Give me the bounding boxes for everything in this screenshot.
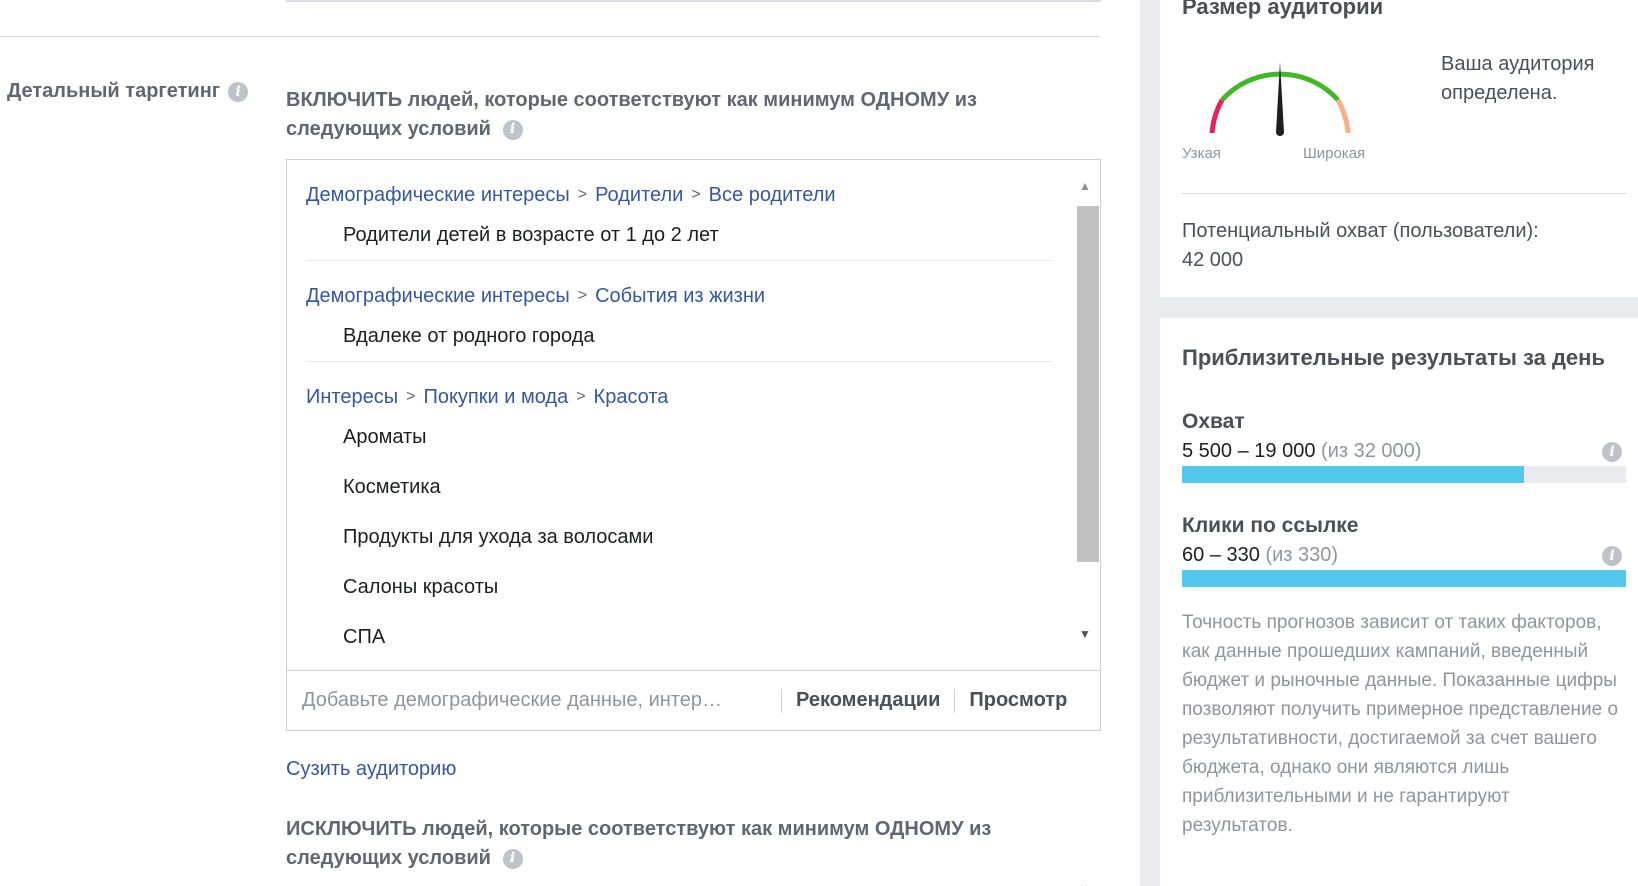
- info-icon[interactable]: i: [502, 848, 523, 869]
- breadcrumb-separator: >: [577, 287, 588, 304]
- reach-progress-bar: [1182, 466, 1626, 483]
- targeting-item[interactable]: Ароматы: [306, 412, 1070, 462]
- targeting-item[interactable]: Родители детей в возрасте от 1 до 2 лет: [306, 210, 1070, 260]
- targeting-breadcrumb: Демографические интересы > Родители > Все ро…: [306, 160, 1070, 210]
- clicks-total: (из 330): [1265, 544, 1339, 566]
- breadcrumb-link[interactable]: Покупки и мода: [423, 386, 568, 409]
- recommendations-button[interactable]: Рекомендации: [796, 689, 940, 712]
- separator: [781, 688, 782, 713]
- breadcrumb-separator: >: [577, 186, 588, 203]
- targeting-breadcrumb: Демографические интересы > События из жизн…: [306, 261, 1070, 311]
- targeting-breadcrumb: Интересы > Покупки и мода > Красота: [306, 362, 1070, 412]
- breadcrumb-link[interactable]: Все родители: [709, 184, 836, 207]
- reach-metric-value: 5 500 – 19 000 (из 32 000): [1182, 440, 1421, 463]
- scrollbar[interactable]: ▲ ▼: [1073, 178, 1099, 648]
- audience-gauge: [1209, 62, 1351, 136]
- targeting-list[interactable]: Демографические интересы > Родители > Все ро…: [287, 160, 1070, 656]
- top-divider: [286, 0, 1101, 2]
- reach-progress-fill: [1182, 466, 1524, 483]
- breadcrumb-separator: >: [406, 388, 416, 405]
- potential-reach-label: Потенциальный охват (пользователи):: [1182, 220, 1539, 242]
- clicks-progress-bar: [1182, 570, 1626, 587]
- narrow-audience-link[interactable]: Сузить аудиторию: [286, 758, 456, 781]
- audience-size-card: Размер аудитории Узкая Широкая Ваша ауди…: [1160, 0, 1638, 297]
- clicks-progress-fill: [1182, 570, 1626, 587]
- section-divider: [0, 36, 1100, 37]
- info-icon[interactable]: i: [1602, 546, 1622, 566]
- daily-results-title: Приблизительные результаты за день: [1182, 345, 1605, 370]
- breadcrumb-link[interactable]: Демографические интересы: [306, 285, 570, 308]
- card-divider: [1182, 193, 1626, 194]
- scroll-thumb[interactable]: [1077, 206, 1099, 562]
- daily-results-card: Приблизительные результаты за день Охват…: [1160, 318, 1638, 886]
- targeting-item[interactable]: Косметика: [306, 462, 1070, 512]
- reach-metric-label: Охват: [1182, 410, 1245, 433]
- targeting-group: Демографические интересы > События из жизн…: [287, 261, 1070, 361]
- browse-button[interactable]: Просмотр: [969, 689, 1067, 712]
- gauge-red-segment: [1209, 98, 1225, 134]
- detailed-targeting-label: Детальный таргетинг i: [7, 80, 249, 103]
- gauge-narrow-label: Узкая: [1182, 145, 1221, 162]
- targeting-item[interactable]: Салоны красоты: [306, 562, 1070, 612]
- breadcrumb-separator: >: [691, 186, 701, 203]
- include-instruction: ВКЛЮЧИТЬ людей, которые соответствуют ка…: [286, 86, 1086, 144]
- breadcrumb-link[interactable]: Интересы: [306, 386, 398, 409]
- targeting-selection-box: Демографические интересы > Родители > Все ро…: [286, 159, 1101, 731]
- breadcrumb-link[interactable]: Красота: [594, 386, 669, 409]
- gauge-needle-base: [1276, 128, 1284, 136]
- targeting-item[interactable]: Вдалеке от родного города: [306, 311, 1070, 361]
- gauge-wide-label: Широкая: [1303, 145, 1366, 162]
- audience-size-title: Размер аудитории: [1182, 0, 1384, 19]
- include-instruction-text: ВКЛЮЧИТЬ людей, которые соответствуют ка…: [286, 89, 977, 140]
- info-icon[interactable]: i: [502, 119, 523, 140]
- info-icon[interactable]: i: [1602, 442, 1622, 462]
- exclude-instruction-text: ИСКЛЮЧИТЬ людей, которые соответствуют к…: [286, 818, 992, 869]
- clicks-metric-label: Клики по ссылке: [1182, 514, 1359, 537]
- detailed-targeting-label-text: Детальный таргетинг: [7, 80, 221, 102]
- forecast-disclaimer: Точность прогнозов зависит от таких факт…: [1182, 612, 1619, 836]
- potential-reach-value: 42 000: [1182, 249, 1244, 271]
- chevron-down-icon[interactable]: ▼: [1073, 626, 1097, 642]
- breadcrumb-separator: >: [576, 388, 586, 405]
- breadcrumb-link[interactable]: События из жизни: [595, 285, 765, 308]
- clicks-range: 60 – 330: [1182, 544, 1260, 566]
- reach-range: 5 500 – 19 000: [1182, 440, 1316, 462]
- targeting-group: Демографические интересы > Родители > Все ро…: [287, 160, 1070, 260]
- gauge-orange-segment: [1335, 98, 1351, 134]
- targeting-item[interactable]: Продукты для ухода за волосами: [306, 512, 1070, 562]
- chevron-up-icon[interactable]: ▲: [1073, 178, 1097, 194]
- audience-description: Ваша аудитория определена.: [1441, 53, 1595, 104]
- reach-total: (из 32 000): [1321, 440, 1422, 462]
- potential-reach: Потенциальный охват (пользователи): 42 0…: [1182, 217, 1602, 275]
- chevron-down-icon[interactable]: ⌄: [1078, 876, 1090, 886]
- separator: [954, 688, 956, 713]
- exclude-instruction: ИСКЛЮЧИТЬ людей, которые соответствуют к…: [286, 815, 1086, 873]
- breadcrumb-link[interactable]: Родители: [595, 184, 683, 207]
- info-icon[interactable]: i: [228, 81, 249, 102]
- targeting-panel: Детальный таргетинг i ВКЛЮЧИТЬ людей, ко…: [0, 0, 1140, 886]
- targeting-search-row: Рекомендации Просмотр: [287, 670, 1100, 730]
- clicks-metric-value: 60 – 330 (из 330): [1182, 544, 1338, 567]
- targeting-item[interactable]: СПА: [306, 612, 1070, 656]
- targeting-group: Интересы > Покупки и мода > Красота Ароматы Ко…: [287, 362, 1070, 656]
- breadcrumb-link[interactable]: Демографические интересы: [306, 184, 570, 207]
- targeting-search-input[interactable]: [287, 680, 767, 721]
